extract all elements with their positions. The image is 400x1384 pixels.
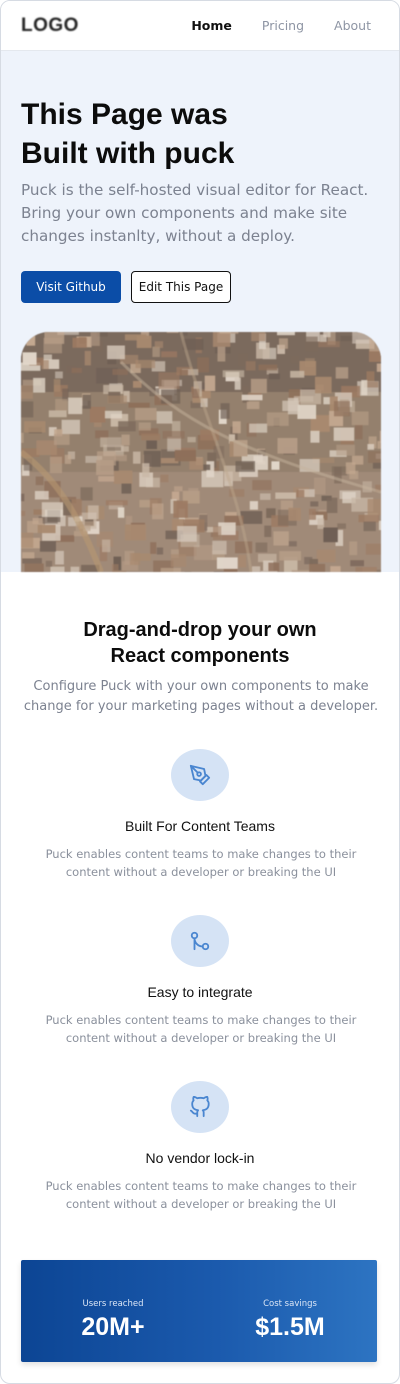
features-heading-line-1: Drag-and-drop your own [83, 619, 317, 641]
edit-page-button[interactable]: Edit This Page [131, 271, 231, 303]
nav-link-about[interactable]: About [334, 18, 371, 33]
features-heading: Drag-and-drop your own React components [1, 617, 399, 669]
git-merge-icon [171, 915, 229, 967]
stat-value: 20M+ [81, 1313, 145, 1341]
feature-title: Built For Content Teams [125, 818, 275, 834]
feature-description: Puck enables content teams to make chang… [45, 1179, 357, 1211]
hero-city-image [21, 332, 381, 572]
page: LOGO Home Pricing About This Page was Bu… [0, 0, 400, 1384]
nav-link-pricing[interactable]: Pricing [262, 18, 304, 33]
hero-section: This Page was Built with puck Puck is th… [1, 51, 399, 572]
nav-link-home[interactable]: Home [191, 18, 232, 33]
hero-title-line-1: This Page was [21, 98, 228, 131]
hero-title: This Page was Built with puck [21, 95, 361, 173]
feature-title: Easy to integrate [147, 984, 253, 1000]
stat-cost-savings: Cost savings $1.5M [215, 1299, 365, 1342]
main-nav: Home Pricing About [191, 18, 379, 33]
features-intro: Configure Puck with your own components … [23, 679, 379, 714]
hero-title-line-2: Built with puck [21, 137, 235, 170]
stat-users-reached: Users reached 20M+ [38, 1299, 188, 1342]
github-icon [171, 1081, 229, 1133]
stat-label: Users reached [82, 1299, 144, 1309]
feature-description: Puck enables content teams to make chang… [45, 1013, 357, 1045]
stat-label: Cost savings [263, 1299, 317, 1309]
stat-value: $1.5M [255, 1313, 325, 1341]
logo[interactable]: LOGO [21, 15, 79, 37]
stats-banner: Users reached 20M+ Cost savings $1.5M [21, 1260, 377, 1362]
feature-description: Puck enables content teams to make chang… [45, 847, 357, 879]
feature-title: No vendor lock-in [145, 1150, 255, 1166]
visit-github-button[interactable]: Visit Github [21, 271, 121, 303]
hero-description: Puck is the self-hosted visual editor fo… [21, 181, 369, 245]
pen-tool-icon [171, 749, 229, 801]
features-heading-line-2: React components [110, 645, 290, 667]
site-header: LOGO Home Pricing About [1, 1, 399, 51]
